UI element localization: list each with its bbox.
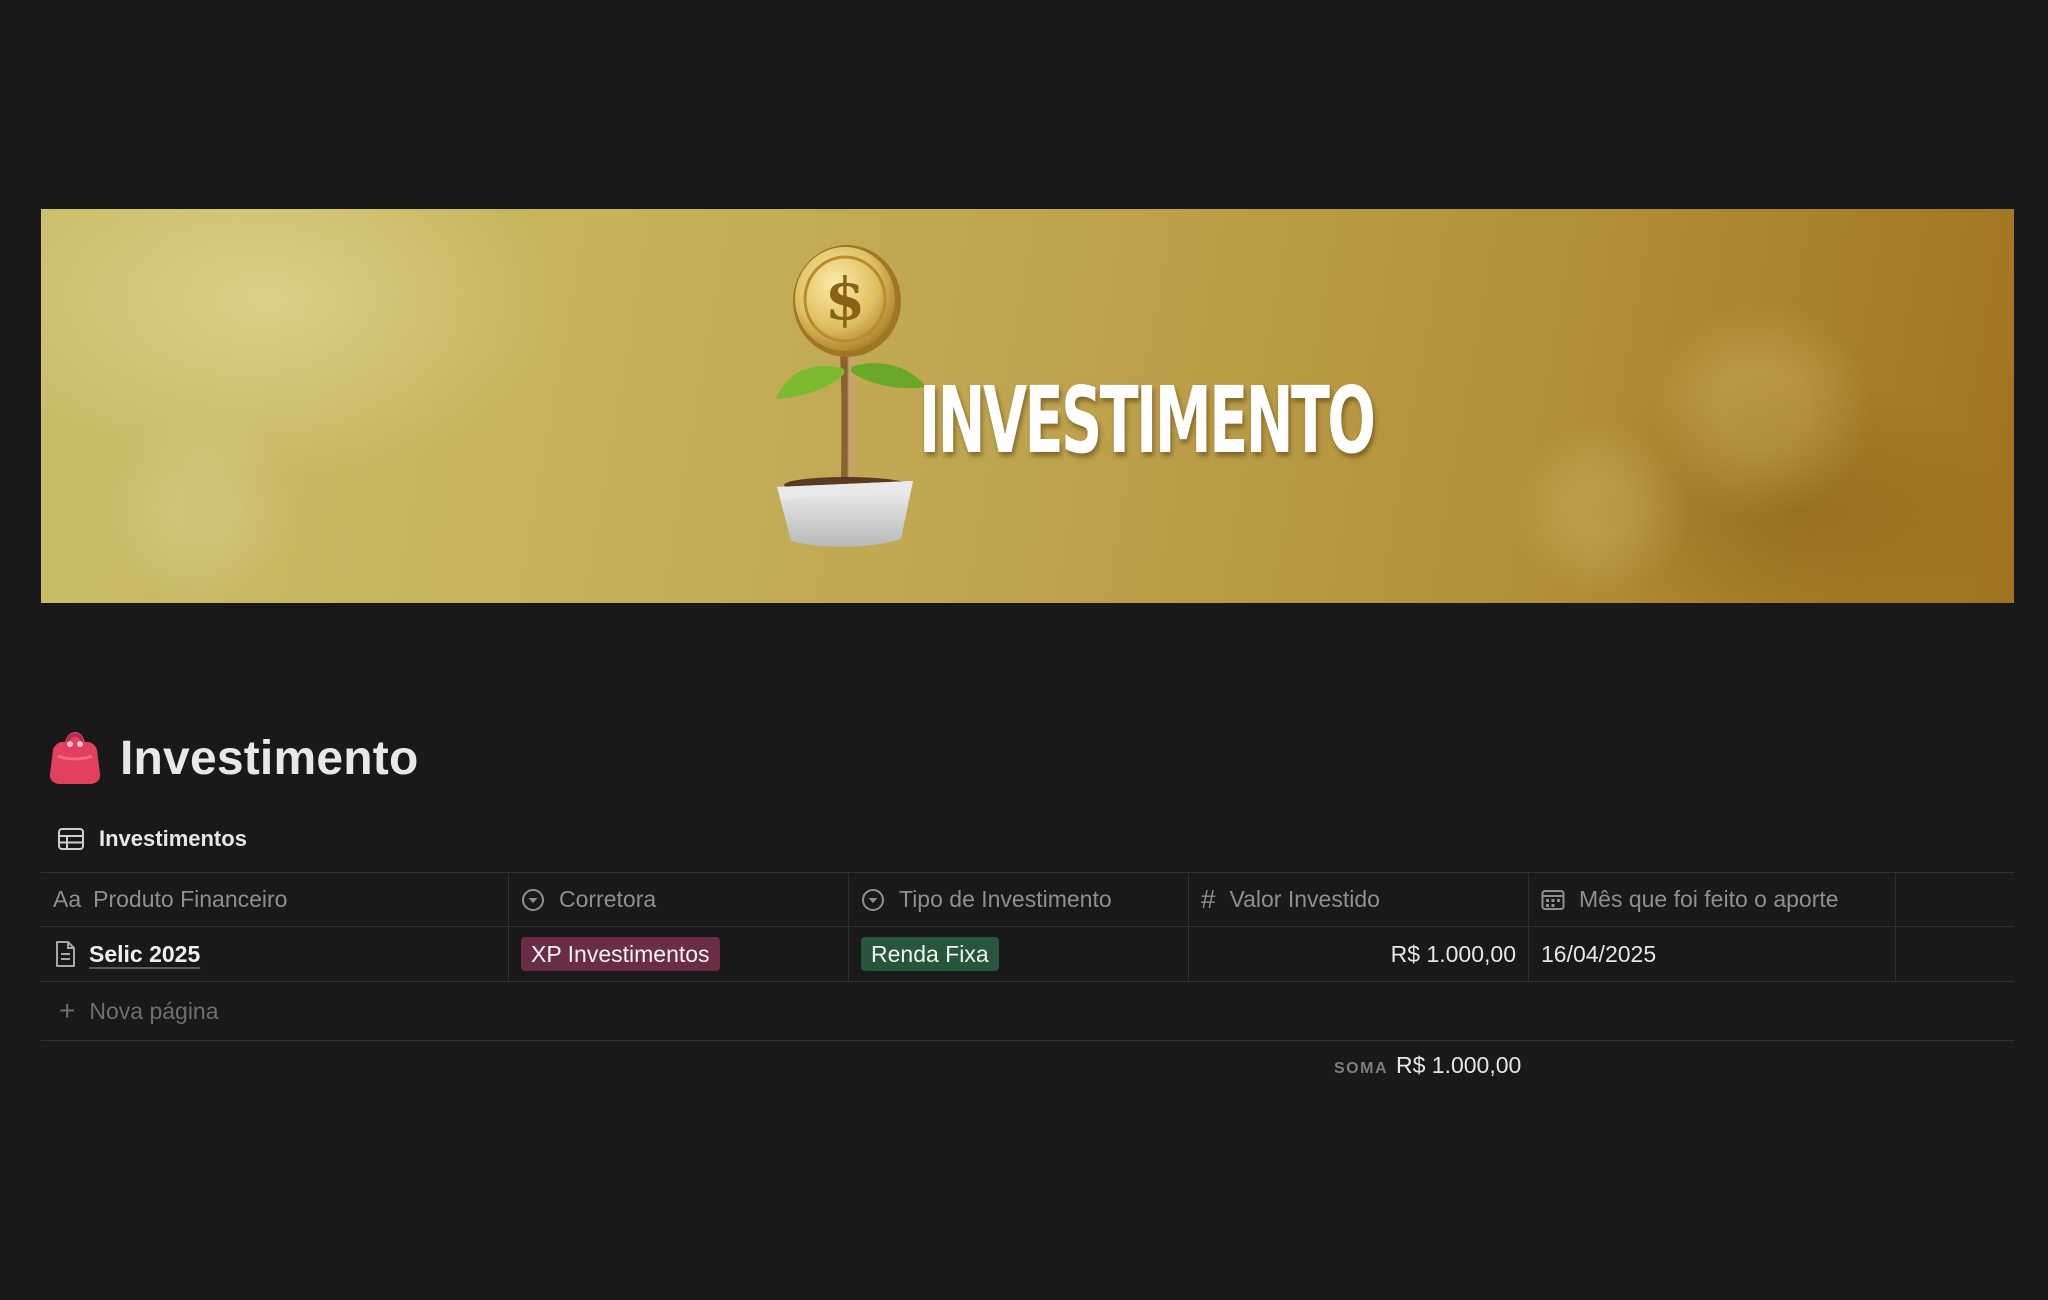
- select-icon: [861, 888, 885, 912]
- cell-valor[interactable]: R$ 1.000,00: [1189, 927, 1529, 981]
- table-row[interactable]: Selic 2025 XP Investimentos Renda Fixa R…: [41, 927, 2014, 982]
- table-header-row: Aa Produto Financeiro Corretora Tipo de …: [41, 872, 2014, 927]
- page: $ INVESTIMENTO Investimento Investimento…: [0, 0, 2048, 1300]
- column-header-mes[interactable]: Mês que foi feito o aporte: [1529, 873, 1896, 926]
- column-label: Produto Financeiro: [93, 886, 288, 912]
- new-page-label: Nova página: [89, 997, 219, 1024]
- column-header-produto[interactable]: Aa Produto Financeiro: [41, 873, 509, 926]
- row-title[interactable]: Selic 2025: [89, 941, 200, 968]
- cell-corretora[interactable]: XP Investimentos: [509, 927, 849, 981]
- select-icon: [521, 888, 545, 912]
- view-tab-investimentos[interactable]: Investimentos: [57, 824, 247, 854]
- calendar-icon: [1541, 889, 1565, 911]
- add-column-area[interactable]: [1896, 873, 2014, 926]
- table-icon: [58, 828, 84, 850]
- plus-icon: +: [59, 995, 76, 1026]
- column-label: Tipo de Investimento: [899, 886, 1112, 912]
- column-label: Mês que foi feito o aporte: [1579, 886, 1839, 912]
- cell-data[interactable]: 16/04/2025: [1529, 927, 1896, 981]
- page-title[interactable]: Investimento: [120, 731, 418, 786]
- database-table: Aa Produto Financeiro Corretora Tipo de …: [41, 872, 2014, 1041]
- number-icon: #: [1201, 884, 1216, 914]
- summary-value: R$ 1.000,00: [1396, 1052, 1522, 1078]
- cell-empty: [1896, 927, 2014, 981]
- page-header: Investimento: [48, 728, 418, 788]
- summary-label: SOMA: [1334, 1060, 1388, 1077]
- select-tag: Renda Fixa: [861, 937, 999, 971]
- column-summary[interactable]: SOMA R$ 1.000,00: [1334, 1052, 1521, 1079]
- cell-produto[interactable]: Selic 2025: [41, 927, 509, 981]
- column-header-tipo[interactable]: Tipo de Investimento: [849, 873, 1189, 926]
- select-tag: XP Investimentos: [521, 937, 720, 971]
- cover-title: INVESTIMENTO: [919, 367, 1376, 474]
- text-property-icon: Aa: [53, 886, 82, 912]
- new-page-button[interactable]: + Nova página: [41, 982, 2014, 1041]
- column-header-valor[interactable]: # Valor Investido: [1189, 873, 1529, 926]
- cover-image[interactable]: $ INVESTIMENTO: [41, 209, 2014, 603]
- column-label: Valor Investido: [1229, 886, 1380, 912]
- column-label: Corretora: [559, 886, 657, 912]
- column-header-corretora[interactable]: Corretora: [509, 873, 849, 926]
- purse-icon[interactable]: [48, 730, 102, 786]
- svg-text:$: $: [825, 265, 865, 333]
- view-tab-label: Investimentos: [99, 826, 247, 851]
- cell-tipo[interactable]: Renda Fixa: [849, 927, 1189, 981]
- page-icon: [56, 941, 75, 967]
